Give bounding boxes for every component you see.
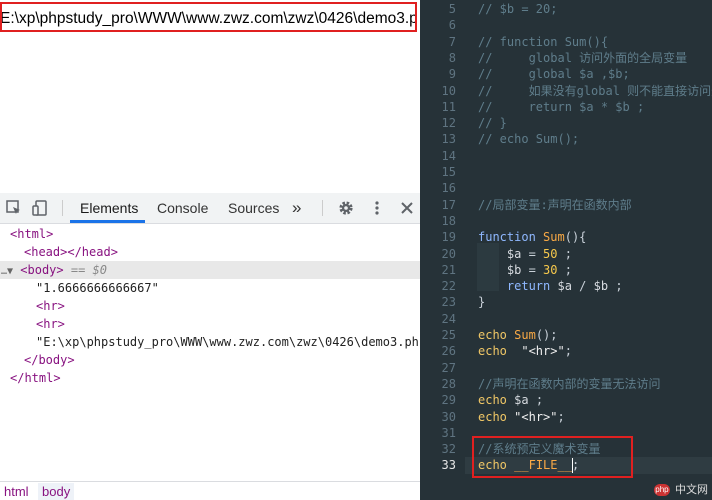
dom-node-hr[interactable]: <hr>: [0, 315, 420, 333]
dom-tree: <html> <head></head> …▼ <body> == $0 "1.…: [0, 225, 420, 475]
dom-tag: </body>: [24, 353, 75, 367]
line-number: 16: [441, 181, 456, 196]
code-line: }: [478, 295, 486, 310]
dom-tag: <hr>: [36, 317, 65, 331]
line-number-gutter: 5 6 7 8 9 10 11 12 13 14 15 16 17 18 19 20 21 22 23 24 25 26 2…: [420, 0, 465, 500]
line-number: 15: [441, 165, 456, 179]
text-caret: [572, 458, 573, 473]
page-output: E:\xp\phpstudy_pro\WWW\www.zwz.com\zwz\0…: [0, 0, 420, 40]
dom-node-hr[interactable]: <hr>: [0, 297, 420, 315]
dom-text: "1.6666666666667": [36, 281, 159, 295]
code-line: echo $a ;: [478, 393, 544, 408]
code-line: $a = 50 ;: [506, 246, 572, 261]
code-line: // echo Sum();: [478, 132, 580, 147]
dom-tag: <head></head>: [24, 245, 118, 259]
breadcrumb-body[interactable]: body: [38, 483, 75, 500]
active-tab-indicator: [70, 220, 145, 223]
code-line: echo "<hr>";: [478, 409, 565, 424]
line-number: 29: [441, 393, 456, 408]
device-toggle-icon[interactable]: [31, 199, 49, 217]
tab-console[interactable]: Console: [157, 193, 208, 223]
line-number: 7: [448, 34, 456, 49]
watermark: php 中文网: [653, 483, 708, 497]
dom-text: "E:\xp\phpstudy_pro\WWW\www.zwz.com\zwz\…: [36, 335, 420, 349]
php-logo: php: [653, 484, 670, 497]
breadcrumb: html body: [0, 481, 420, 500]
line-number: 20: [441, 246, 456, 261]
dom-node-body-close[interactable]: </body>: [0, 351, 420, 369]
line-number: 33: [441, 458, 456, 473]
line-number: 12: [441, 116, 456, 131]
dom-node-html-close[interactable]: </html>: [0, 369, 420, 387]
line-number: 25: [441, 328, 456, 342]
line-number: 5: [448, 2, 456, 16]
highlight-box: [0, 2, 417, 32]
line-number: 26: [441, 344, 456, 359]
toolbar-divider: [322, 200, 323, 216]
dom-tag: <html>: [10, 227, 54, 241]
code-line: //声明在函数内部的变量无法访问: [478, 376, 661, 391]
dom-node-html[interactable]: <html>: [0, 225, 420, 243]
dom-tag: <body>: [20, 263, 64, 277]
dom-node-body[interactable]: …▼ <body> == $0: [0, 261, 420, 279]
line-number: 23: [441, 295, 456, 310]
watermark-text: 中文网: [675, 484, 708, 496]
line-number: 11: [441, 99, 456, 114]
close-icon[interactable]: [398, 199, 416, 217]
dom-text-node[interactable]: "E:\xp\phpstudy_pro\WWW\www.zwz.com\zwz\…: [0, 333, 420, 351]
code-line: echo "<hr>";: [478, 344, 572, 359]
code-line: // $b = 20;: [478, 2, 558, 16]
dom-text-node[interactable]: "1.6666666666667": [0, 279, 420, 297]
code-line: // 如果没有global 则不能直接访问外: [478, 83, 712, 98]
code-line: return $a / $b ;: [506, 279, 623, 294]
code-line: function Sum(){: [478, 230, 587, 245]
code-line: // global 访问外面的全局变量: [478, 50, 688, 65]
browser-pane: E:\xp\phpstudy_pro\WWW\www.zwz.com\zwz\0…: [0, 0, 420, 500]
line-number: 32: [441, 442, 456, 457]
breadcrumb-html[interactable]: html: [0, 483, 33, 500]
line-number: 22: [441, 279, 456, 294]
dom-tag: <hr>: [36, 299, 65, 313]
code-line: echo Sum();: [478, 328, 558, 342]
line-number: 8: [448, 50, 456, 65]
more-tabs-button[interactable]: »: [292, 193, 301, 223]
line-number: 21: [441, 262, 456, 277]
code-line: $b = 30 ;: [506, 262, 572, 277]
gear-icon[interactable]: [337, 199, 355, 217]
line-number: 13: [441, 132, 456, 147]
code-line: // global $a ,$b;: [478, 67, 630, 82]
line-number: 9: [448, 67, 456, 82]
toolbar-divider: [62, 200, 63, 216]
code-line: // function Sum(){: [478, 34, 609, 49]
kebab-menu-icon[interactable]: [368, 199, 386, 217]
collapse-arrow-icon[interactable]: …▼: [0, 266, 13, 277]
dom-node-head[interactable]: <head></head>: [0, 243, 420, 261]
line-number: 14: [441, 148, 456, 163]
line-number: 24: [441, 311, 456, 326]
line-number: 30: [441, 409, 456, 424]
devtools-toolbar: Elements Console Sources »: [0, 193, 420, 224]
selected-node-marker: == $0: [70, 263, 107, 277]
line-number: 31: [441, 425, 456, 440]
code-line: // }: [478, 116, 507, 131]
line-number: 18: [441, 213, 456, 228]
line-number: 19: [441, 230, 456, 245]
tab-sources[interactable]: Sources: [228, 193, 279, 223]
line-number: 28: [441, 376, 456, 391]
line-number: 10: [441, 83, 456, 98]
code-line: //局部变量:声明在函数内部: [478, 197, 632, 212]
highlight-box: [472, 436, 633, 478]
tab-elements[interactable]: Elements: [80, 193, 138, 223]
devtools-panel: Elements Console Sources » <html> <head>…: [0, 193, 420, 500]
line-number: 17: [441, 197, 456, 212]
code-line: // return $a * $b ;: [478, 99, 645, 114]
line-number: 27: [441, 360, 456, 375]
line-number: 6: [448, 18, 456, 33]
code-editor[interactable]: 5 6 7 8 9 10 11 12 13 14 15 16 17 18 19 20 21 22 23 24 25 26 2…: [420, 0, 712, 500]
inspect-element-icon[interactable]: [5, 199, 23, 217]
dom-tag: </html>: [10, 371, 61, 385]
